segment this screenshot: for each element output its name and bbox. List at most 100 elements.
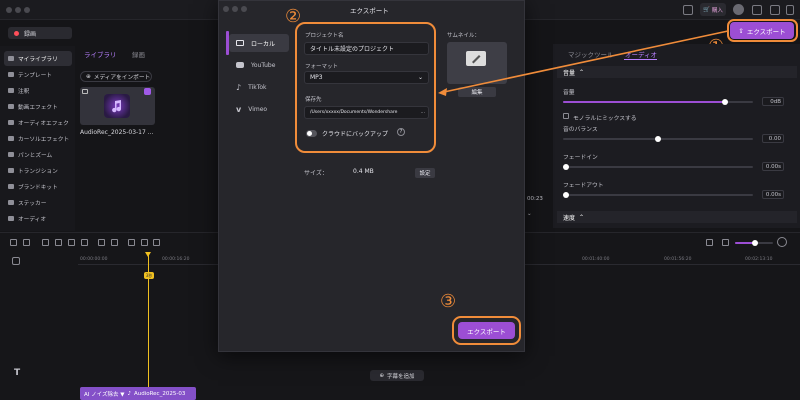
window-zoom-button[interactable] [24,7,30,13]
section-speed-header[interactable]: 速度 ⌃ [557,211,797,223]
dialog-side-label: TikTok [248,83,267,91]
ruler-label: 00:00:00:00 [80,257,108,262]
edit-thumbnail-button[interactable]: 編集 [458,87,496,97]
crop-icon[interactable] [55,239,62,246]
zoom-slider-knob[interactable] [752,240,758,246]
chevron-up-icon: ⌃ [579,68,585,76]
fit-icon[interactable] [706,239,713,246]
fadein-slider-track[interactable] [563,166,753,168]
dialog-zoom-button[interactable] [241,6,247,12]
add-subtitle-button[interactable]: ⊕ 字幕を追加 [370,370,424,381]
tab-audio-underline [624,59,657,60]
window-minimize-button[interactable] [15,7,21,13]
ungroup-icon[interactable] [141,239,148,246]
caption-icon[interactable] [98,239,105,246]
layout-icon[interactable] [770,5,780,15]
fadein-value[interactable]: 0.00s [762,162,784,171]
sidebar-item-label: テンプレート [18,73,52,79]
sidebar-item-label: ステッカー [18,201,47,207]
buy-button[interactable]: 🛒 購入 [700,3,726,16]
dialog-side-label: Vimeo [248,105,268,113]
ruler-label: 00:02:13:10 [745,257,773,262]
text-icon[interactable] [111,239,118,246]
sidebar-item-video-effect[interactable]: 動画エフェクト [4,99,72,114]
balance-value[interactable]: 0.00 [762,134,784,143]
sidebar-item-label: 注釈 [18,89,30,95]
sidebar-item-sticker[interactable]: ステッカー [4,195,72,210]
zoom-out-icon[interactable] [722,239,729,246]
volume-value[interactable]: 0dB [762,97,784,106]
brand-kit-icon [8,184,14,189]
audio-icon [8,216,14,221]
dialog-side-local[interactable]: ローカル [229,34,289,52]
tab-audio[interactable]: オーディオ [625,49,657,59]
sidebar-item-pan-zoom[interactable]: パンとズーム [4,147,72,162]
playhead-top-icon[interactable] [145,252,151,257]
sidebar-item-annotation[interactable]: 注釈 [4,83,72,98]
balance-slider-knob[interactable] [655,136,661,142]
redo-icon[interactable] [23,239,30,246]
dialog-minimize-button[interactable] [232,6,238,12]
annotation-number-3: ③ [440,291,457,312]
zoom-in-icon[interactable] [777,237,787,247]
media-type-icon [82,89,88,94]
volume-label: 音量 [563,90,575,96]
tab-library[interactable]: ライブラリ [84,49,117,59]
fadein-slider-knob[interactable] [563,164,569,170]
fadeout-slider-knob[interactable] [563,192,569,198]
section-audio-label: 音量 [563,69,576,77]
sidebar-item-audio-effect[interactable]: オーディオエフェク [4,115,72,130]
account-icon[interactable] [752,5,762,15]
split-icon[interactable] [42,239,49,246]
sidebar-item-cursor-effect[interactable]: カーソルエフェクト [4,131,72,146]
sidebar-item-my-library[interactable]: マイライブラリ [4,51,72,66]
sidebar-item-template[interactable]: テンプレート [4,67,72,82]
transition-icon [8,168,14,173]
music-note-icon: ♪ [127,390,131,397]
dialog-side-tiktok[interactable]: ♪ TikTok [229,78,289,96]
mic-icon[interactable] [81,239,88,246]
annotation-circle-2 [295,22,436,153]
record-button[interactable]: 録画 [8,27,72,39]
fadeout-value[interactable]: 0.00s [762,190,784,199]
dialog-close-button[interactable] [223,6,229,12]
sidebar-item-label: 動画エフェクト [18,105,58,111]
volume-slider-knob[interactable] [721,99,728,105]
audio-badge-icon [144,88,151,95]
fadein-label: フェードイン [563,155,598,161]
tiktok-icon: ♪ [236,82,242,92]
notification-icon[interactable] [683,5,693,15]
import-media-button[interactable]: ⊕ メディアをインポート [80,71,152,82]
marker-icon[interactable] [68,239,75,246]
sidebar-item-label: オーディオエフェク [18,121,69,127]
tab-magic-tool[interactable]: マジックツール [568,49,614,59]
undo-icon[interactable] [10,239,17,246]
buy-label: 購入 [711,7,723,14]
tab-recording[interactable]: 録画 [132,49,145,59]
preview-dropdown-chevron-icon[interactable]: ⌄ [527,211,532,217]
window-close-button[interactable] [6,7,12,13]
youtube-icon [236,62,244,68]
ai-denoise-tag[interactable]: AI ノイズ除去 ▼ [84,390,124,398]
dialog-side-vimeo[interactable]: v Vimeo [229,100,289,118]
dialog-side-youtube[interactable]: YouTube [229,56,289,74]
fadeout-slider-track[interactable] [563,194,753,196]
avatar[interactable] [733,4,744,15]
more-icon[interactable] [786,5,794,15]
sidebar-item-audio[interactable]: オーディオ [4,211,72,226]
section-audio-header[interactable]: 音量 ⌃ [557,66,797,78]
sidebar-item-label: マイライブラリ [18,57,58,63]
add-track-icon[interactable] [12,257,20,265]
ai-icon[interactable] [153,239,160,246]
mix-mono-checkbox[interactable] [563,113,569,119]
sidebar-item-transition[interactable]: トランジション [4,163,72,178]
pan-zoom-icon [8,152,14,157]
preview-time: 00:23 [527,196,543,202]
sidebar-item-brand-kit[interactable]: ブランドキット [4,179,72,194]
cart-icon: 🛒 [703,6,710,13]
group-icon[interactable] [128,239,135,246]
music-note-icon [104,94,130,118]
audio-clip[interactable]: AI ノイズ除去 ▼ ♪ AudioRec_2025-03 [80,387,196,400]
audio-clip-name: AudioRec_2025-03 [133,390,186,397]
settings-button[interactable]: 設定 [415,168,435,178]
